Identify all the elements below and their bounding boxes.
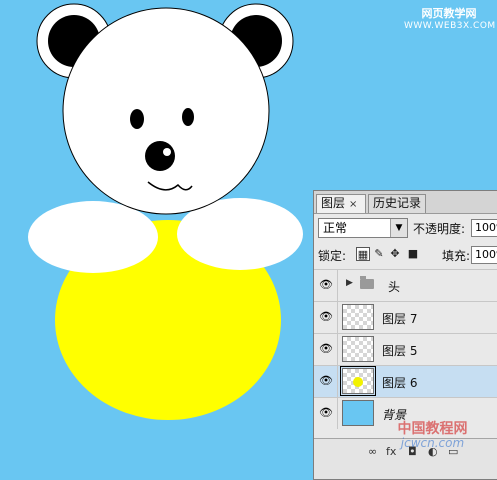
layer-thumbnail xyxy=(340,366,376,396)
eye-icon[interactable]: 👁 xyxy=(318,310,334,324)
watermark-bottom-url: jcwcn.com xyxy=(400,436,465,450)
blend-mode-select[interactable]: 正常 ▼ xyxy=(318,218,408,238)
tab-history-label: 历史记录 xyxy=(373,196,422,210)
opacity-input[interactable]: 100% xyxy=(471,219,497,237)
lock-paint-icon[interactable]: ✎ xyxy=(372,247,386,261)
tab-layers-label: 图层 xyxy=(321,196,346,210)
close-icon[interactable]: × xyxy=(349,199,357,210)
lock-transparency-icon[interactable]: ▦ xyxy=(356,247,370,261)
left-eye xyxy=(130,109,144,129)
eye-icon[interactable]: 👁 xyxy=(318,406,334,420)
right-eye xyxy=(182,108,194,126)
watermark-title: 网页教学网 xyxy=(421,7,477,20)
layer-6[interactable]: 👁 图层 6 xyxy=(314,365,497,397)
watermark-bottom: 中国教程网 jcwcn.com xyxy=(370,422,495,450)
opacity-label: 不透明度: xyxy=(413,222,466,236)
left-arm xyxy=(28,201,158,273)
bear-head xyxy=(62,7,270,215)
tab-layers[interactable]: 图层 × xyxy=(316,194,366,213)
bear-nose xyxy=(145,141,175,171)
layer-7[interactable]: 👁 图层 7 xyxy=(314,301,497,333)
blend-mode-value: 正常 xyxy=(323,221,348,235)
layer-name: 图层 7 xyxy=(382,312,418,326)
fill-label: 填充: xyxy=(442,249,471,263)
lock-all-icon[interactable]: ■ xyxy=(406,247,420,261)
lock-row: 锁定: ▦ ✎ ✥ ■ 填充: 100% xyxy=(318,246,497,266)
layer-name: 图层 6 xyxy=(382,376,418,390)
expand-arrow-icon[interactable]: ▶ xyxy=(346,278,353,288)
lock-move-icon[interactable]: ✥ xyxy=(388,247,402,261)
layer-name: 头 xyxy=(388,280,401,294)
eye-icon[interactable]: 👁 xyxy=(318,342,334,356)
layer-5[interactable]: 👁 图层 5 xyxy=(314,333,497,365)
blend-row: 正常 ▼ 不透明度: 100% xyxy=(318,218,497,240)
eye-icon[interactable]: 👁 xyxy=(318,278,334,292)
layer-name: 图层 5 xyxy=(382,344,418,358)
layer-group-head[interactable]: 👁 ▶ 头 xyxy=(314,269,497,301)
layer-thumbnail xyxy=(342,336,374,362)
watermark-url: WWW.WEB3X.COM xyxy=(404,21,496,31)
watermark-top: 网页教学网 WWW.WEB3X.COM xyxy=(404,7,496,32)
eye-icon[interactable]: 👁 xyxy=(318,374,334,388)
lock-label: 锁定: xyxy=(318,249,347,263)
layer-thumbnail xyxy=(342,304,374,330)
chevron-down-icon[interactable]: ▼ xyxy=(390,219,407,237)
panel-tabbar: 图层 × 历史记录 xyxy=(314,191,497,214)
bear-illustration xyxy=(28,3,303,420)
nose-highlight xyxy=(163,148,171,156)
watermark-bottom-title: 中国教程网 xyxy=(397,421,468,437)
tab-history[interactable]: 历史记录 xyxy=(368,194,426,213)
fill-input[interactable]: 100% xyxy=(471,246,497,264)
folder-icon xyxy=(360,276,374,289)
